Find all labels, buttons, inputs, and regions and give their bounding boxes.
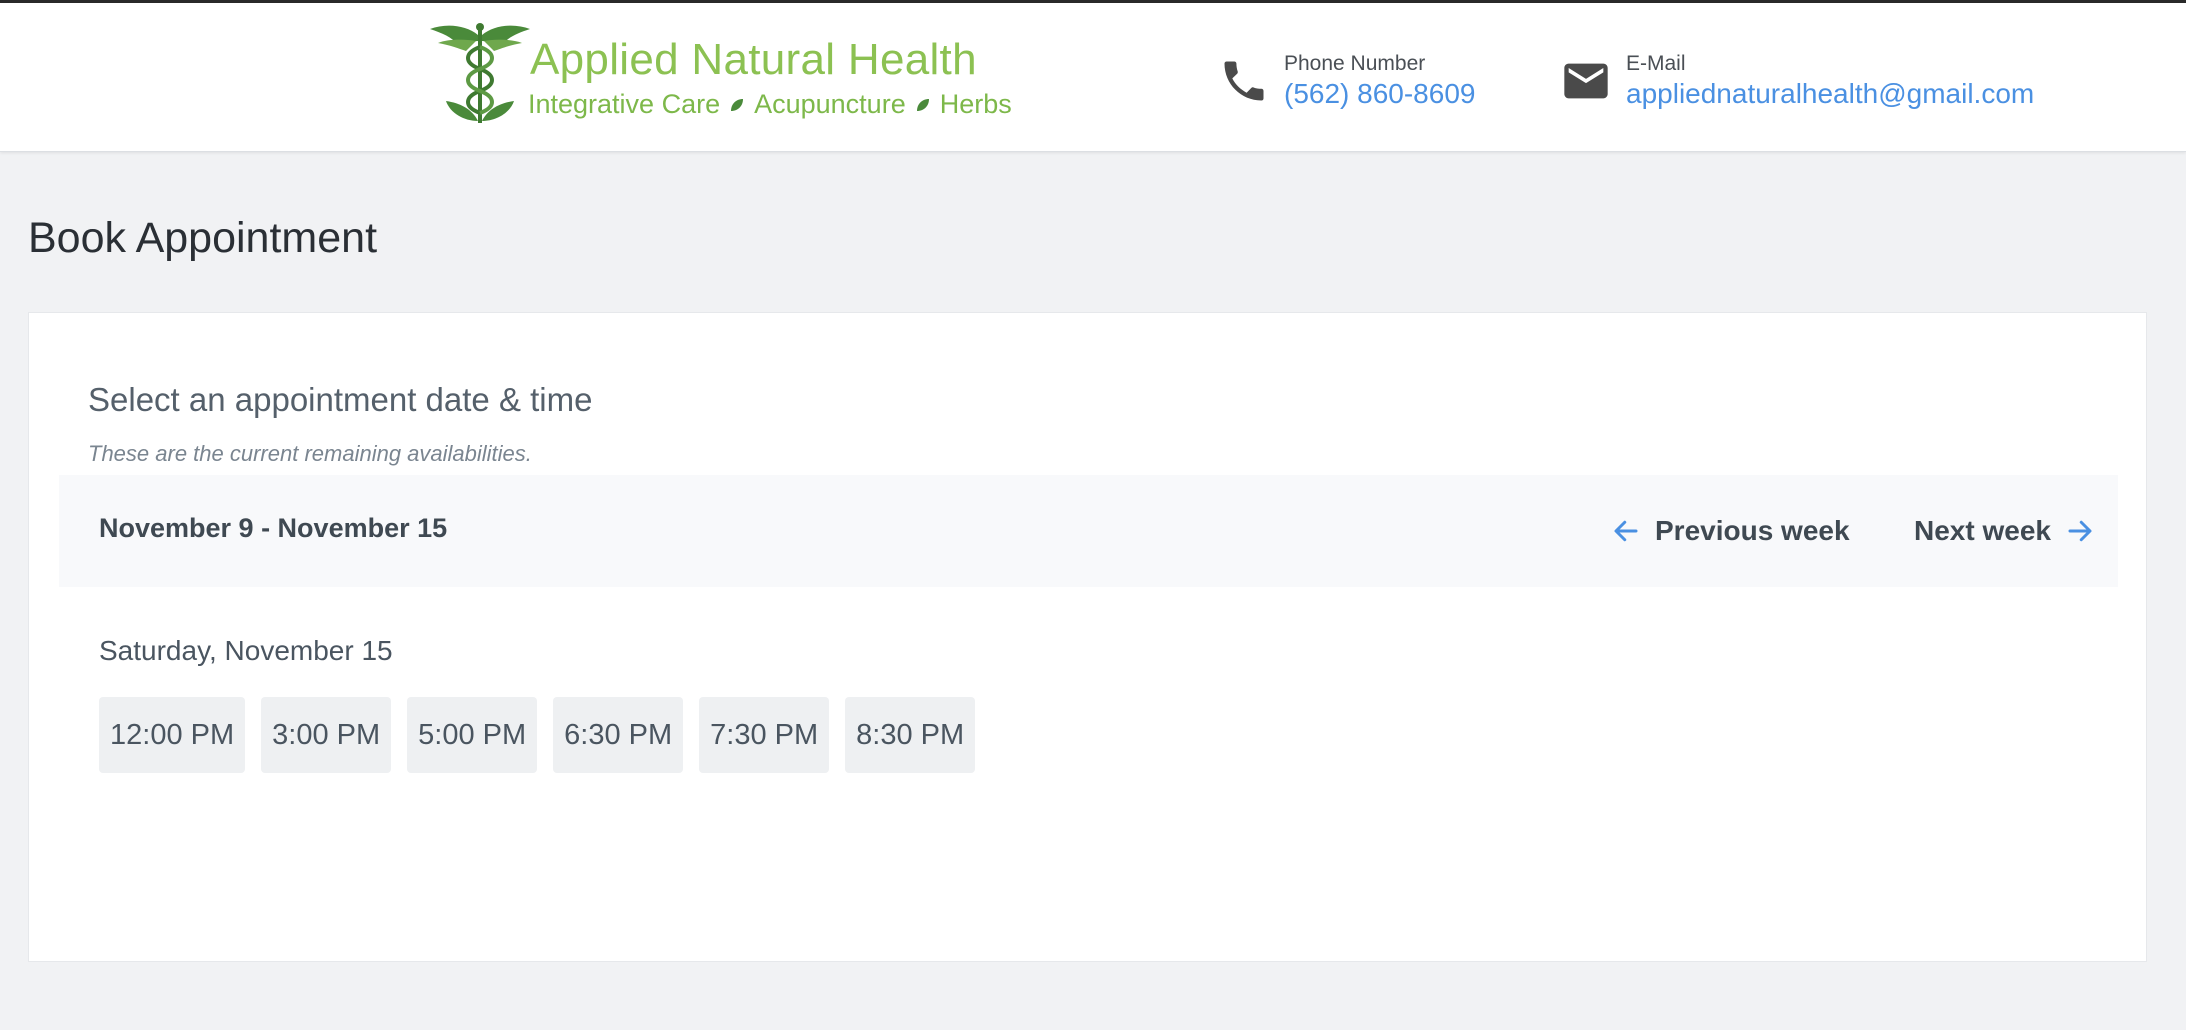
- previous-week-button[interactable]: Previous week: [1611, 511, 1850, 551]
- week-navigation: November 9 - November 15 Previous week N…: [59, 475, 2118, 587]
- next-week-label: Next week: [1914, 515, 2051, 546]
- tagline-item: Acupuncture: [754, 89, 906, 119]
- phone-link[interactable]: (562) 860-8609: [1284, 78, 1475, 110]
- time-slot-button[interactable]: 6:30 PM: [553, 697, 684, 773]
- mail-icon: [1564, 63, 1608, 99]
- phone-icon: [1224, 61, 1264, 101]
- time-slot-button[interactable]: 7:30 PM: [699, 697, 830, 773]
- time-slot-button[interactable]: 8:30 PM: [845, 697, 976, 773]
- booking-card: Select an appointment date & time These …: [28, 312, 2147, 962]
- time-slot-button[interactable]: 3:00 PM: [261, 697, 392, 773]
- page-title: Book Appointment: [28, 214, 378, 262]
- day-label: Saturday, November 15: [99, 635, 393, 666]
- next-week-button[interactable]: Next week: [1914, 511, 2095, 551]
- brand-tagline: Integrative Care Acupuncture Herbs: [528, 89, 1012, 120]
- contact-email: E-Mail appliednaturalhealth@gmail.com: [1560, 47, 2060, 117]
- contact-phone: Phone Number (562) 860-8609: [1218, 47, 1498, 117]
- arrow-left-icon: [1614, 520, 1638, 542]
- time-slot-button[interactable]: 12:00 PM: [99, 697, 246, 773]
- email-label: E-Mail: [1626, 52, 1686, 75]
- leaf-icon: [916, 98, 929, 111]
- brand-name: Applied Natural Health: [530, 35, 977, 84]
- email-link[interactable]: appliednaturalhealth@gmail.com: [1626, 78, 2034, 110]
- booking-subheading: These are the current remaining availabi…: [88, 441, 532, 466]
- time-slot-button[interactable]: 5:00 PM: [407, 697, 538, 773]
- tagline-item: Herbs: [939, 89, 1012, 119]
- brand-logo[interactable]: Applied Natural Health Integrative Care …: [428, 21, 1012, 136]
- arrow-right-icon: [2068, 520, 2092, 542]
- phone-label: Phone Number: [1284, 52, 1426, 75]
- booking-heading: Select an appointment date & time: [88, 381, 593, 418]
- site-header: Applied Natural Health Integrative Care …: [0, 3, 2186, 152]
- caduceus-icon: [430, 23, 530, 123]
- previous-week-label: Previous week: [1655, 515, 1850, 546]
- week-range: November 9 - November 15: [99, 513, 448, 543]
- time-slot-list: 12:00 PM 3:00 PM 5:00 PM 6:30 PM 7:30 PM…: [99, 697, 976, 773]
- leaf-icon: [731, 98, 744, 111]
- tagline-item: Integrative Care: [528, 89, 721, 119]
